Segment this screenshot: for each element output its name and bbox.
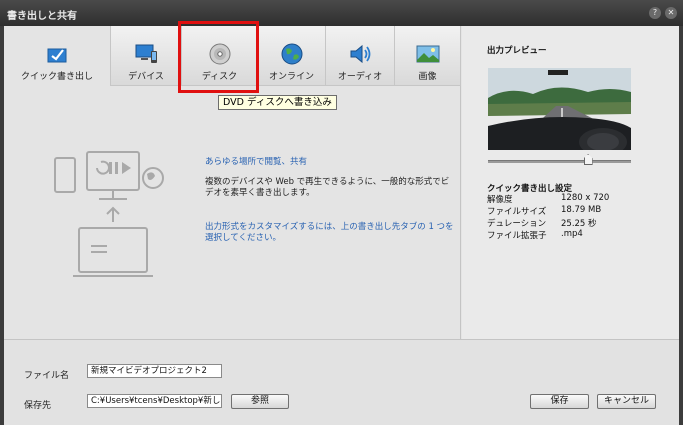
output-form: ファイル名 新規マイビデオプロジェクト2 保存先 C:¥Users¥tcens¥… <box>4 339 679 425</box>
content-hint: 出力形式をカスタマイズするには、上の書き出し先タブの 1 つを選択してください。 <box>205 222 454 243</box>
main-panel: クイック書き出し デバイス ディスク オンライン オーディオ 画像 あらゆる場所… <box>4 26 679 339</box>
tab-quick-export[interactable]: クイック書き出し <box>4 26 111 86</box>
preview-slider-track[interactable] <box>488 160 631 163</box>
speaker-icon <box>350 44 371 64</box>
content-description: 複数のデバイスや Web で再生できるように、一般的な形式でビデオを素早く書き出… <box>205 177 450 198</box>
preview-panel: 出力プレビュー クイック書き出し設定 解像度 1280 x 720 ファイルサイ… <box>462 26 679 339</box>
window-title: 書き出しと共有 <box>7 11 77 22</box>
preview-label: 出力プレビュー <box>487 46 547 56</box>
save-to-label: 保存先 <box>24 401 52 411</box>
tab-audio[interactable]: オーディオ <box>326 26 395 86</box>
cancel-button[interactable]: キャンセル <box>597 394 656 409</box>
filename-label: ファイル名 <box>24 371 70 381</box>
device-icon <box>135 44 157 63</box>
settings-key: ファイルサイズ <box>487 207 547 217</box>
disc-tooltip: DVD ディスクへ書き込み <box>218 95 337 110</box>
tab-label: 画像 <box>418 72 437 82</box>
tab-label: クイック書き出し <box>20 72 93 82</box>
content-heading: あらゆる場所で閲覧、共有 <box>205 157 308 167</box>
save-to-input[interactable]: C:¥Users¥tcens¥Desktop¥新しいフォル <box>87 394 222 408</box>
tab-image[interactable]: 画像 <box>395 26 461 86</box>
settings-key: 解像度 <box>487 195 513 205</box>
tab-label: デバイス <box>128 72 164 82</box>
close-button[interactable]: ✕ <box>665 7 677 19</box>
help-button[interactable]: ? <box>649 7 661 19</box>
tab-online[interactable]: オンライン <box>258 26 326 86</box>
settings-value: 25.25 秒 <box>561 219 597 229</box>
tab-label: オンライン <box>268 72 314 82</box>
preview-slider-thumb[interactable] <box>583 154 593 165</box>
tab-label: オーディオ <box>337 72 383 82</box>
browse-button[interactable]: 参照 <box>231 394 289 409</box>
settings-value: .mp4 <box>561 229 583 239</box>
image-icon <box>416 45 439 63</box>
settings-value: 1280 x 720 <box>561 193 610 203</box>
settings-value: 18.79 MB <box>561 205 602 215</box>
preview-image <box>488 68 631 150</box>
settings-key: デュレーション <box>487 219 547 229</box>
globe-icon <box>281 43 302 65</box>
disc-tab-highlight <box>178 21 259 93</box>
tab-device[interactable]: デバイス <box>111 26 182 86</box>
filename-input[interactable]: 新規マイビデオプロジェクト2 <box>87 364 222 378</box>
title-bar: 書き出しと共有 ? ✕ <box>0 0 683 26</box>
devices-illustration-icon <box>54 151 164 277</box>
quick-export-icon <box>47 48 67 63</box>
save-button[interactable]: 保存 <box>530 394 589 409</box>
settings-key: ファイル拡張子 <box>487 231 547 241</box>
